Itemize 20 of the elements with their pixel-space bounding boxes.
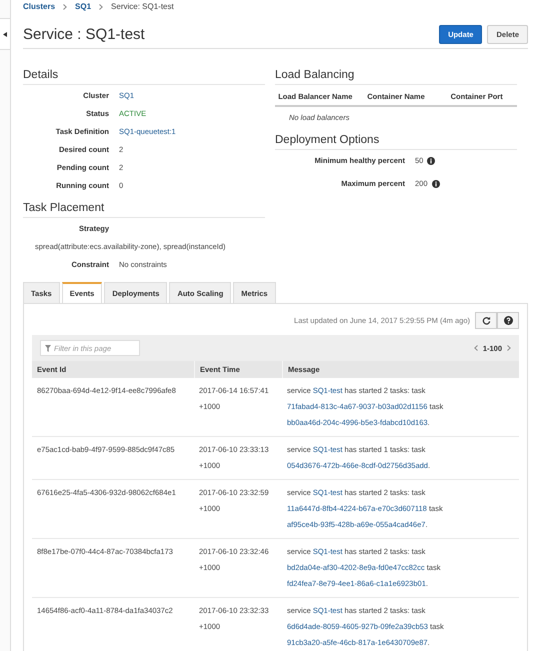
refresh-icon [482,316,490,325]
info-icon[interactable] [427,156,436,164]
chevron-icon [63,4,68,10]
caret-icon [3,32,7,36]
collapse-tab[interactable] [0,18,11,50]
help-icon [504,316,512,325]
section-heading: Details [23,69,265,85]
next-icon[interactable] [507,345,511,351]
help-button[interactable] [497,312,519,329]
chevron-icon [99,4,104,10]
info-icon[interactable] [432,180,440,188]
section-heading: Deployment Options [275,134,517,150]
refresh-button[interactable] [475,312,497,329]
previous-icon[interactable] [474,345,478,351]
section-heading: Task Placement [23,202,265,218]
breadcrumb-link[interactable]: Clusters [23,2,56,11]
breadcrumb-link[interactable]: SQ1 [75,2,92,11]
breadcrumb-current: Service: SQ1-test [111,2,174,11]
page-title: Service : SQ1-test [23,26,145,43]
section-heading: Load Balancing [275,69,517,85]
